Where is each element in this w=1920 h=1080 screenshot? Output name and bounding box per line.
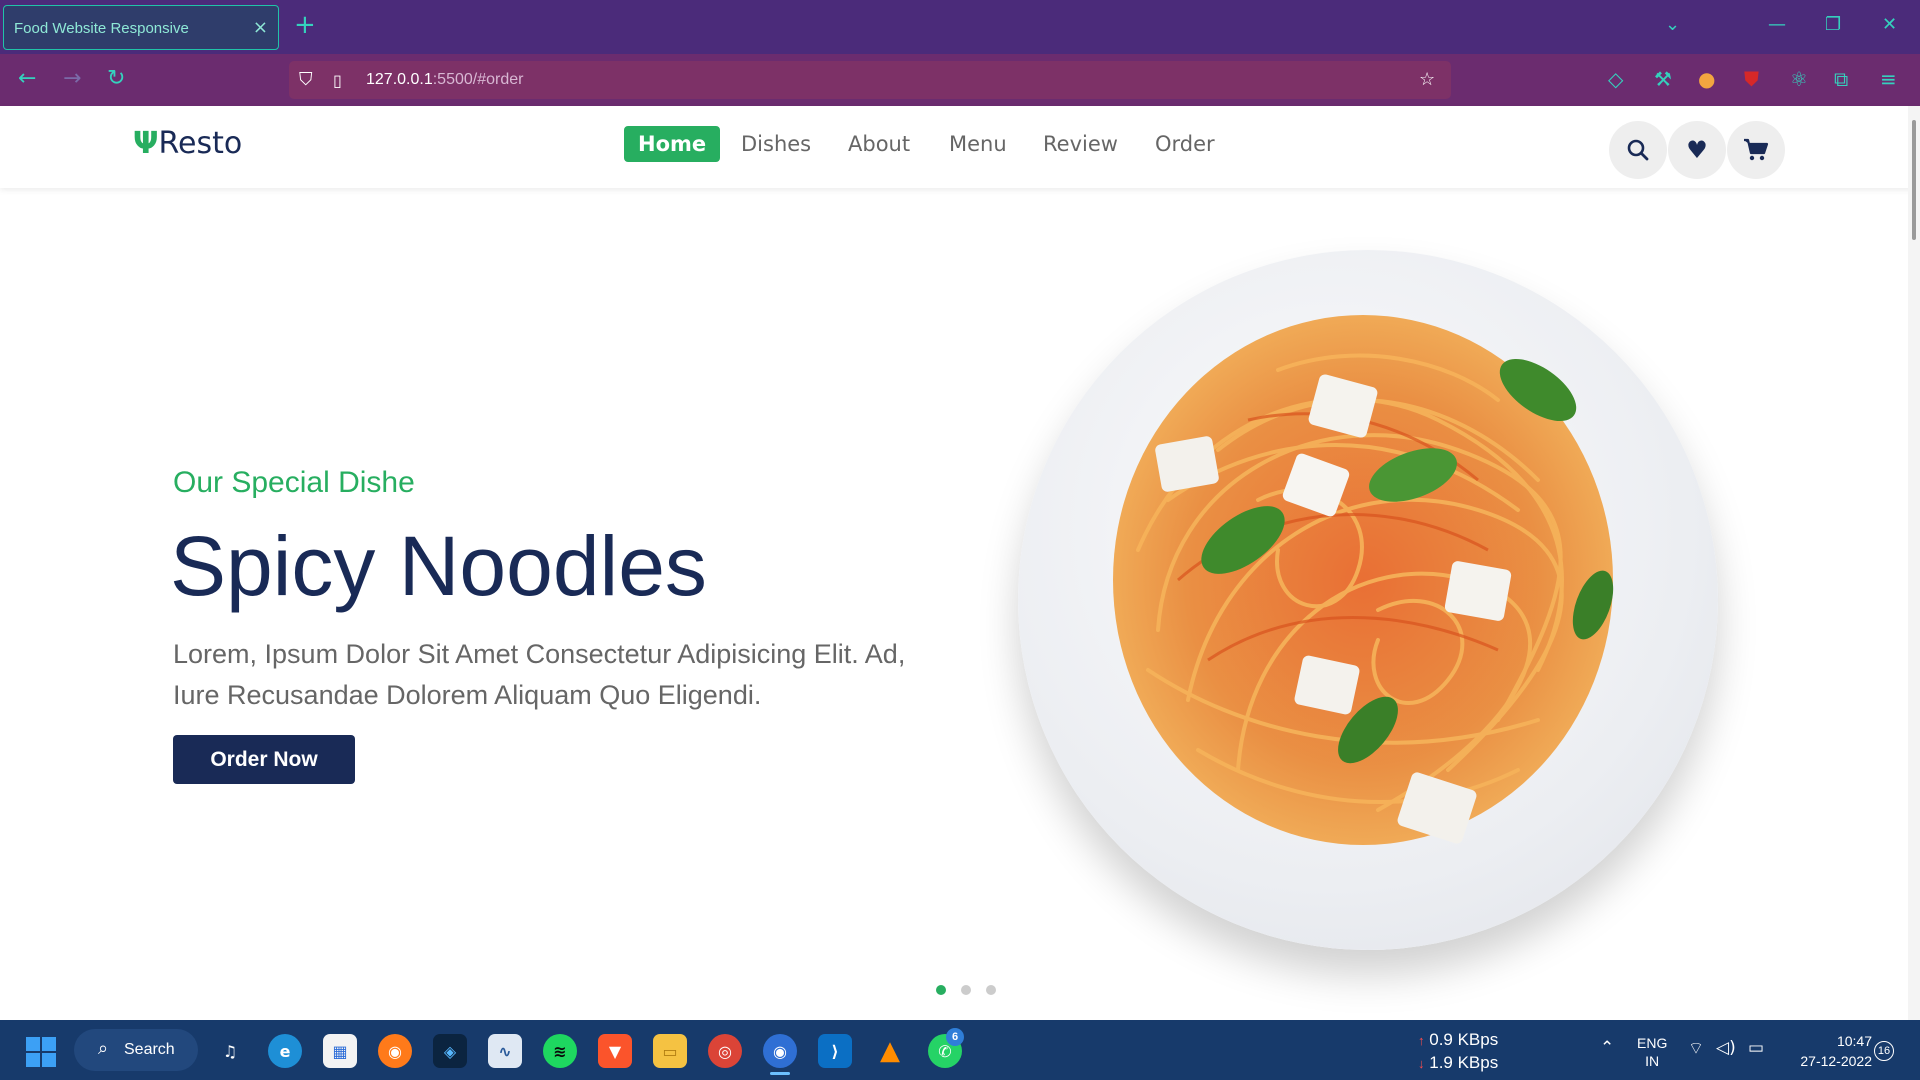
site-logo[interactable]: ΨResto xyxy=(133,126,242,161)
firefox-icon[interactable]: ◉ xyxy=(378,1034,412,1068)
net-upload: ↑ 0.9 KBps xyxy=(1418,1030,1499,1049)
cart-icon xyxy=(1744,138,1769,161)
nav-home[interactable]: Home xyxy=(624,126,721,162)
reload-icon[interactable]: ↻ xyxy=(107,66,125,91)
fork-knife-icon: Ψ xyxy=(133,126,159,161)
battery-icon[interactable]: ▭ xyxy=(1748,1038,1764,1058)
site-header: ΨResto Home Dishes About Menu Review Ord… xyxy=(0,106,1920,188)
scrollbar-thumb[interactable] xyxy=(1912,120,1916,240)
taskbar: ⌕ Search ♫ e ▦ ◉ ◈ ∿ ≋ ▼ ▭ ◎ ◉ ⟩ ▲ ✆ 6 ↑… xyxy=(0,1020,1920,1080)
browser-nav-bar: ← → ↻ ⛉ ▯ 127.0.0.1:5500/#order ☆ ◇ ⚒ ● … xyxy=(0,54,1920,106)
extensions-icon[interactable]: ⧉ xyxy=(1834,67,1848,91)
minimize-button[interactable]: — xyxy=(1768,14,1786,35)
colorzilla-icon[interactable]: ● xyxy=(1698,67,1715,91)
slider-dot-1[interactable] xyxy=(936,985,946,995)
search-icon: ⌕ xyxy=(98,1038,109,1059)
nav-order[interactable]: Order xyxy=(1141,126,1229,162)
wishlist-button[interactable]: ♥ xyxy=(1668,121,1726,179)
active-app-indicator xyxy=(770,1072,790,1075)
ublock-icon[interactable]: ⛊ xyxy=(1744,67,1759,91)
music-icon[interactable]: ♫ xyxy=(213,1034,247,1068)
dish-image xyxy=(1018,250,1718,950)
slider-dot-2[interactable] xyxy=(961,985,972,995)
bookmark-star-icon[interactable]: ☆ xyxy=(1419,69,1435,90)
search-icon xyxy=(1627,139,1649,161)
spotify-icon[interactable]: ≋ xyxy=(543,1034,577,1068)
chrome-icon[interactable]: ◎ xyxy=(708,1034,742,1068)
clock[interactable]: 10:47 27-12-2022 xyxy=(1782,1031,1872,1071)
menu-icon[interactable]: ≡ xyxy=(1880,67,1897,91)
slider-dot-3[interactable] xyxy=(986,985,997,995)
net-download: ↓ 1.9 KBps xyxy=(1418,1053,1499,1072)
language-indicator[interactable]: ENG IN xyxy=(1637,1034,1667,1070)
nav-dishes[interactable]: Dishes xyxy=(727,126,825,162)
page-scrollbar[interactable] xyxy=(1908,106,1920,1020)
browser-tab-bar: Food Website Responsive × + ⌄ — ❐ ✕ xyxy=(0,0,1920,54)
close-window-button[interactable]: ✕ xyxy=(1882,14,1897,35)
nav-review[interactable]: Review xyxy=(1029,126,1132,162)
new-tab-button[interactable]: + xyxy=(294,10,316,40)
shield-icon[interactable]: ⛉ xyxy=(299,69,313,90)
back-icon[interactable]: ← xyxy=(18,66,36,91)
windows-start-icon[interactable] xyxy=(26,1037,56,1067)
volume-icon[interactable]: ◁) xyxy=(1716,1038,1736,1058)
page-icon[interactable]: ▯ xyxy=(333,71,342,90)
heart-icon: ♥ xyxy=(1686,136,1708,164)
wrench-icon[interactable]: ⚒ xyxy=(1654,67,1672,91)
url-text[interactable]: 127.0.0.1:5500/#order xyxy=(366,71,523,89)
vlc-icon[interactable]: ▲ xyxy=(873,1034,907,1068)
tray-chevron-icon[interactable]: ⌃ xyxy=(1600,1038,1614,1058)
cart-button[interactable] xyxy=(1727,121,1785,179)
taskbar-search[interactable]: ⌕ Search xyxy=(74,1029,198,1071)
whatsapp-badge: 6 xyxy=(946,1028,964,1046)
vscode-icon[interactable]: ⟩ xyxy=(818,1034,852,1068)
pocket-icon[interactable]: ◇ xyxy=(1608,67,1623,91)
tab-close-icon[interactable]: × xyxy=(253,17,268,38)
firefox-dev-icon[interactable]: ◉ xyxy=(763,1034,797,1068)
folder-icon[interactable]: ▭ xyxy=(653,1034,687,1068)
react-devtools-icon[interactable]: ⚛ xyxy=(1790,67,1808,91)
store-icon[interactable]: ▦ xyxy=(323,1034,357,1068)
slider-dots xyxy=(936,980,1006,999)
restore-button[interactable]: ❐ xyxy=(1825,14,1841,35)
search-button[interactable] xyxy=(1609,121,1667,179)
noodles-illustration xyxy=(1113,315,1614,845)
brave-icon[interactable]: ▼ xyxy=(598,1034,632,1068)
forward-icon[interactable]: → xyxy=(63,66,81,91)
notification-count[interactable]: 16 xyxy=(1874,1041,1894,1061)
monitor-icon[interactable]: ∿ xyxy=(488,1034,522,1068)
list-tabs-icon[interactable]: ⌄ xyxy=(1665,14,1680,35)
dev-icon[interactable]: ◈ xyxy=(433,1034,467,1068)
hero-title: Spicy Noodles xyxy=(170,519,707,613)
order-now-button[interactable]: Order Now xyxy=(173,735,355,784)
hero-subtitle: Our Special Dishe xyxy=(173,466,415,499)
hero-description: Lorem, Ipsum Dolor Sit Amet Consectetur … xyxy=(173,639,906,710)
nav-about[interactable]: About xyxy=(834,126,924,162)
nav-menu[interactable]: Menu xyxy=(935,126,1021,162)
browser-tab[interactable]: Food Website Responsive × xyxy=(3,5,279,50)
edge-icon[interactable]: e xyxy=(268,1034,302,1068)
url-bar[interactable]: ⛉ ▯ 127.0.0.1:5500/#order ☆ xyxy=(289,61,1451,99)
tab-title: Food Website Responsive xyxy=(14,20,189,37)
wifi-icon[interactable]: ⌔ xyxy=(1688,1038,1704,1059)
